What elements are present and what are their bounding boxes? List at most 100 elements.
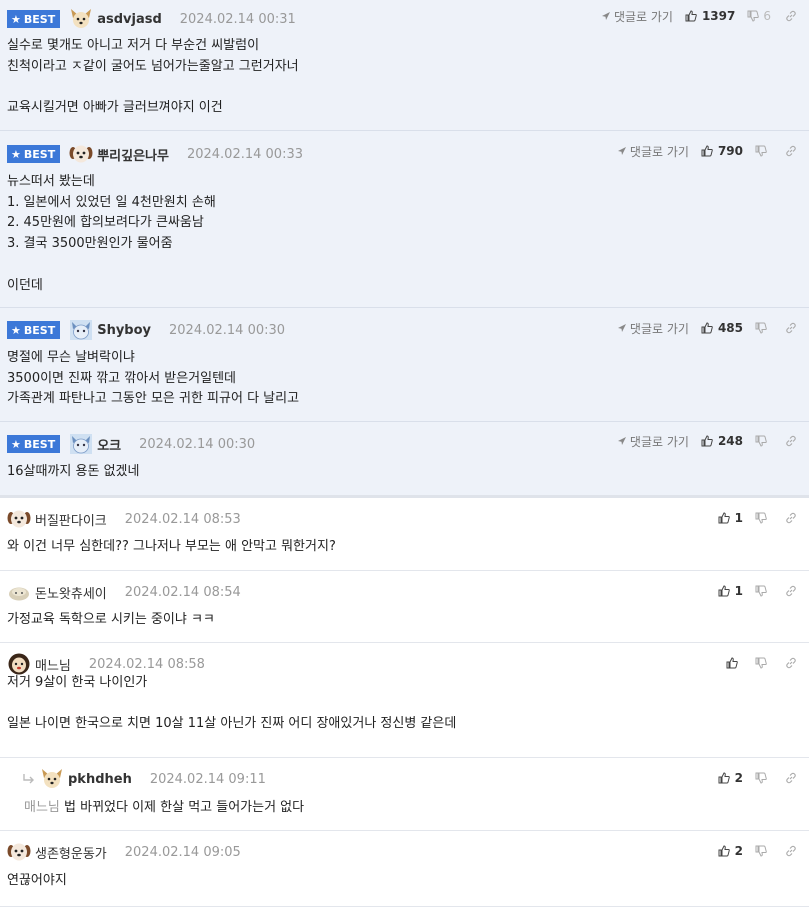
thumbs-up-icon (718, 585, 730, 597)
link-icon[interactable] (785, 322, 797, 334)
comment-actions: 2 (718, 843, 797, 859)
comment-header: ★ BEST 뿌리깊은나무 2024.02.14 00:33 (7, 143, 303, 165)
comment-body: 가정교육 독학으로 시키는 중이냐 ㅋㅋ (7, 612, 215, 627)
best-badge: ★ BEST (7, 10, 61, 28)
like-button[interactable]: 248 (701, 434, 743, 448)
thumbs-up-icon (718, 845, 730, 857)
comment-date: 2024.02.14 08:58 (88, 656, 205, 672)
comment-body: 명절에 무슨 날벼락이냐 3500이면 진짜 깎고 깎아서 받은거일텐데 가족관… (7, 350, 300, 407)
nickname[interactable]: 돈노왓츄세이 (35, 583, 107, 602)
go-to-reply-link[interactable]: 댓글로 가기 (601, 8, 673, 25)
comment: 버질판다이크 2024.02.14 08:53 1 와 이건 너무 심한데?? … (0, 498, 809, 571)
comment-date: 2024.02.14 00:30 (169, 322, 286, 338)
blob-avatar[interactable] (7, 581, 31, 603)
like-count: 2 (734, 844, 743, 858)
thumbs-up-icon (685, 10, 697, 22)
like-button[interactable]: 1 (718, 511, 743, 525)
comment-header: ★ BEST asdvjasd 2024.02.14 00:31 (7, 8, 296, 30)
best-comment: ★ BEST 뿌리깊은나무 2024.02.14 00:33 댓글로 가기 790… (0, 131, 809, 308)
blue-cat-avatar[interactable] (69, 319, 93, 341)
dislike-count: 6 (763, 9, 771, 23)
thumbs-up-icon (718, 512, 730, 524)
dislike-button[interactable] (755, 845, 771, 857)
like-button[interactable]: 790 (701, 144, 743, 158)
link-icon[interactable] (785, 512, 797, 524)
dislike-button[interactable] (755, 657, 771, 669)
comment-body: 실수로 몇개도 아니고 저거 다 부순건 씨발럼이 친척이라고 ㅈ같이 굴어도 … (7, 38, 299, 116)
star-icon: ★ (11, 323, 21, 337)
puppy-avatar[interactable] (69, 143, 93, 165)
comment-list: ★ BEST asdvjasd 2024.02.14 00:31 댓글로 가기 1… (0, 0, 809, 907)
dislike-button[interactable]: 6 (747, 9, 771, 23)
link-icon[interactable] (785, 435, 797, 447)
thumbs-up-icon (718, 772, 730, 784)
star-icon: ★ (11, 12, 21, 26)
comment-date: 2024.02.14 09:11 (149, 771, 266, 787)
comment-body: 연끊어야지 (7, 873, 67, 888)
dog-avatar[interactable] (40, 768, 64, 790)
lion-avatar[interactable] (7, 653, 31, 675)
blue-cat-avatar[interactable] (69, 433, 93, 455)
like-count: 1 (734, 511, 743, 525)
dislike-button[interactable] (755, 772, 771, 784)
like-button[interactable]: 2 (718, 771, 743, 785)
best-comment: ★ BEST asdvjasd 2024.02.14 00:31 댓글로 가기 1… (0, 0, 809, 131)
best-comment: ★ BEST 오크 2024.02.14 00:30 댓글로 가기 248 16살… (0, 422, 809, 495)
comment-actions: 2 (718, 770, 797, 786)
dislike-button[interactable] (755, 145, 771, 157)
comment-actions: 댓글로 가기 790 (617, 143, 797, 159)
mention-link[interactable]: 매느님 (24, 800, 60, 815)
nickname[interactable]: pkhdheh (68, 772, 132, 787)
comment-header: 매느님 2024.02.14 08:58 (7, 653, 205, 675)
best-badge: ★ BEST (7, 435, 61, 453)
comment-header: ★ BEST 오크 2024.02.14 00:30 (7, 433, 255, 455)
dislike-button[interactable] (755, 512, 771, 524)
like-button[interactable]: 485 (701, 321, 743, 335)
go-to-reply-link[interactable]: 댓글로 가기 (617, 433, 689, 450)
nickname[interactable]: Shyboy (97, 323, 151, 338)
puppy-avatar[interactable] (7, 841, 31, 863)
link-icon[interactable] (785, 772, 797, 784)
comment-header: pkhdheh 2024.02.14 09:11 (22, 768, 266, 790)
link-icon[interactable] (785, 585, 797, 597)
like-count: 1397 (701, 9, 736, 23)
comment-date: 2024.02.14 00:31 (179, 11, 296, 27)
puppy-avatar[interactable] (7, 508, 31, 530)
dislike-button[interactable] (755, 322, 771, 334)
reply-arrow-icon (617, 324, 626, 332)
thumbs-down-icon (755, 845, 767, 857)
dog-avatar[interactable] (69, 8, 93, 30)
comment-date: 2024.02.14 00:30 (139, 436, 256, 452)
like-count: 248 (717, 434, 743, 448)
go-to-reply-link[interactable]: 댓글로 가기 (617, 143, 689, 160)
go-to-reply-link[interactable]: 댓글로 가기 (617, 320, 689, 337)
comment-header: 생존형운동가 2024.02.14 09:05 (7, 841, 241, 863)
reply-indent-icon (22, 770, 36, 789)
dislike-button[interactable] (755, 435, 771, 447)
nickname[interactable]: 뿌리깊은나무 (97, 145, 169, 164)
nickname[interactable]: 오크 (97, 435, 121, 454)
nickname[interactable]: 생존형운동가 (35, 843, 107, 862)
nickname[interactable]: 매느님 (35, 655, 71, 674)
link-icon[interactable] (785, 657, 797, 669)
reply-arrow-icon (601, 12, 610, 20)
nickname[interactable]: asdvjasd (97, 12, 162, 27)
thumbs-down-icon (755, 512, 767, 524)
comment-header: 버질판다이크 2024.02.14 08:53 (7, 508, 241, 530)
dislike-button[interactable] (755, 585, 771, 597)
nickname[interactable]: 버질판다이크 (35, 510, 107, 529)
comment-body: 16살때까지 용돈 없겠네 (7, 464, 140, 479)
link-icon[interactable] (785, 145, 797, 157)
like-button[interactable]: 1 (718, 584, 743, 598)
link-icon[interactable] (785, 845, 797, 857)
thumbs-up-icon (701, 145, 713, 157)
comment-actions: 댓글로 가기 1397 6 (601, 8, 797, 24)
thumbs-up-icon (701, 322, 713, 334)
link-icon[interactable] (785, 10, 797, 22)
like-button[interactable] (726, 657, 743, 669)
like-button[interactable]: 1397 (685, 9, 735, 23)
comment-actions: 1 (718, 583, 797, 599)
like-button[interactable]: 2 (718, 844, 743, 858)
best-comment: ★ BEST Shyboy 2024.02.14 00:30 댓글로 가기 485… (0, 308, 809, 422)
comment-body: 와 이건 너무 심한데?? 그나저나 부모는 애 안막고 뭐한거지? (7, 539, 336, 554)
